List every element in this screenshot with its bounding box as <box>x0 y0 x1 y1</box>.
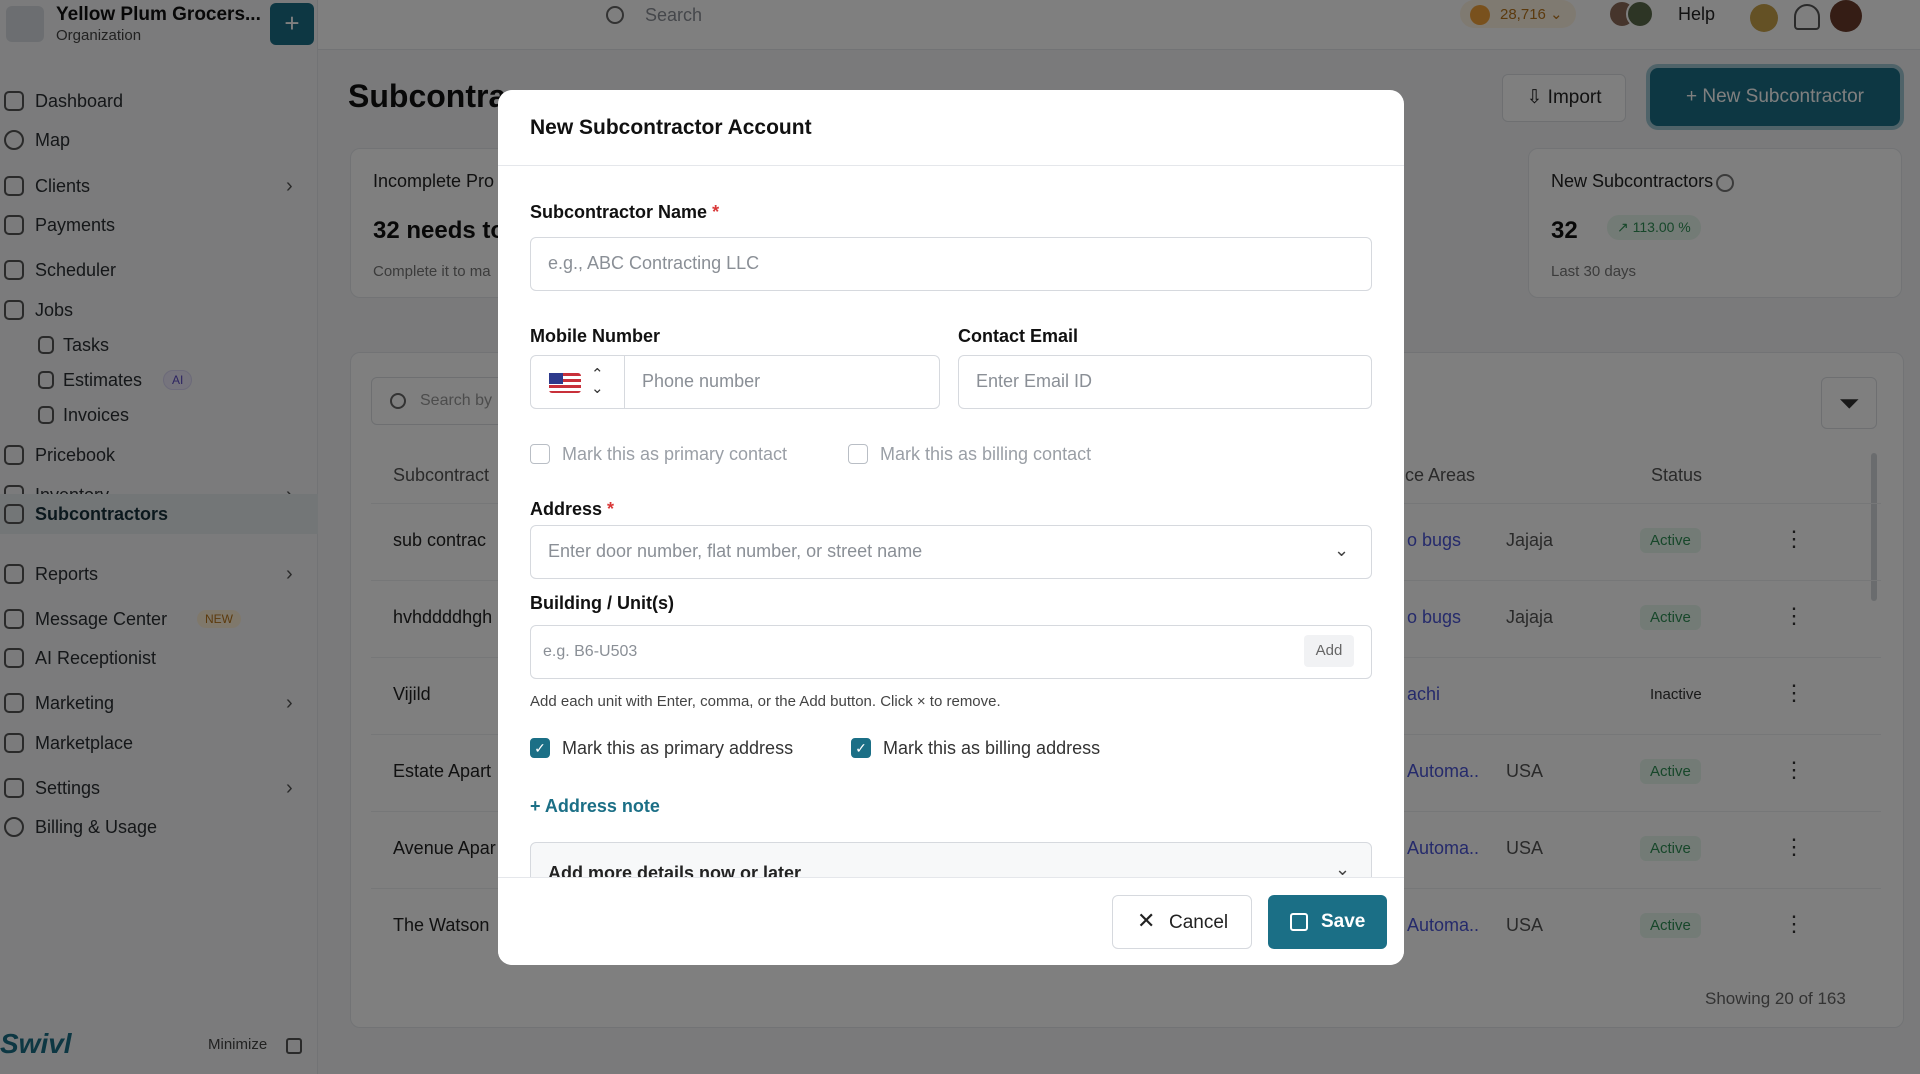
label-text: Subcontractor Name <box>530 202 708 222</box>
required-mark: * <box>712 202 720 222</box>
phone-number-input[interactable]: Phone number <box>624 355 940 409</box>
building-helper-text: Add each unit with Enter, comma, or the … <box>530 693 1001 710</box>
cancel-label: Cancel <box>1169 912 1229 933</box>
dialog-title: New Subcontractor Account <box>530 116 812 139</box>
check-icon: ✓ <box>855 740 867 756</box>
close-icon: ✕ <box>1137 908 1156 933</box>
building-units-label: Building / Unit(s) <box>530 593 674 613</box>
primary-contact-checkbox[interactable] <box>530 444 550 464</box>
primary-address-label: Mark this as primary address <box>562 738 794 758</box>
save-icon <box>1290 913 1308 931</box>
chevron-updown-icon: ⌃ ⌄ <box>591 366 604 397</box>
save-button[interactable]: Save <box>1268 895 1387 949</box>
country-code-select[interactable]: ⌃ ⌄ <box>530 355 625 409</box>
mobile-number-label: Mobile Number <box>530 326 661 346</box>
address-select[interactable]: Enter door number, flat number, or stree… <box>530 525 1372 579</box>
chevron-down-icon: ⌄ <box>1334 540 1350 560</box>
billing-contact-label: Mark this as billing contact <box>880 444 1092 464</box>
dialog-footer: ✕ Cancel Save <box>498 877 1404 965</box>
cancel-button[interactable]: ✕ Cancel <box>1112 895 1252 949</box>
us-flag-icon <box>549 373 581 393</box>
save-label: Save <box>1321 911 1366 932</box>
new-subcontractor-dialog: New Subcontractor Account Subcontractor … <box>498 90 1404 965</box>
add-unit-button[interactable]: Add <box>1304 635 1354 667</box>
primary-address-checkbox[interactable]: ✓ <box>530 738 550 758</box>
subcontractor-name-input[interactable]: e.g., ABC Contracting LLC <box>530 237 1372 291</box>
billing-address-label: Mark this as billing address <box>883 738 1101 758</box>
contact-email-input[interactable]: Enter Email ID <box>958 355 1372 409</box>
contact-email-label: Contact Email <box>958 326 1079 346</box>
billing-address-checkbox[interactable]: ✓ <box>851 738 871 758</box>
subcontractor-name-label: Subcontractor Name * <box>530 202 719 223</box>
divider <box>498 165 1404 166</box>
primary-contact-label: Mark this as primary contact <box>562 444 788 464</box>
address-note-link[interactable]: + Address note <box>530 796 660 817</box>
building-units-input[interactable]: e.g. B6-U503 <box>530 625 1372 679</box>
billing-contact-checkbox[interactable] <box>848 444 868 464</box>
required-mark: * <box>607 499 615 519</box>
label-text: Address <box>530 499 603 519</box>
check-icon: ✓ <box>534 740 546 756</box>
address-label: Address * <box>530 499 614 520</box>
